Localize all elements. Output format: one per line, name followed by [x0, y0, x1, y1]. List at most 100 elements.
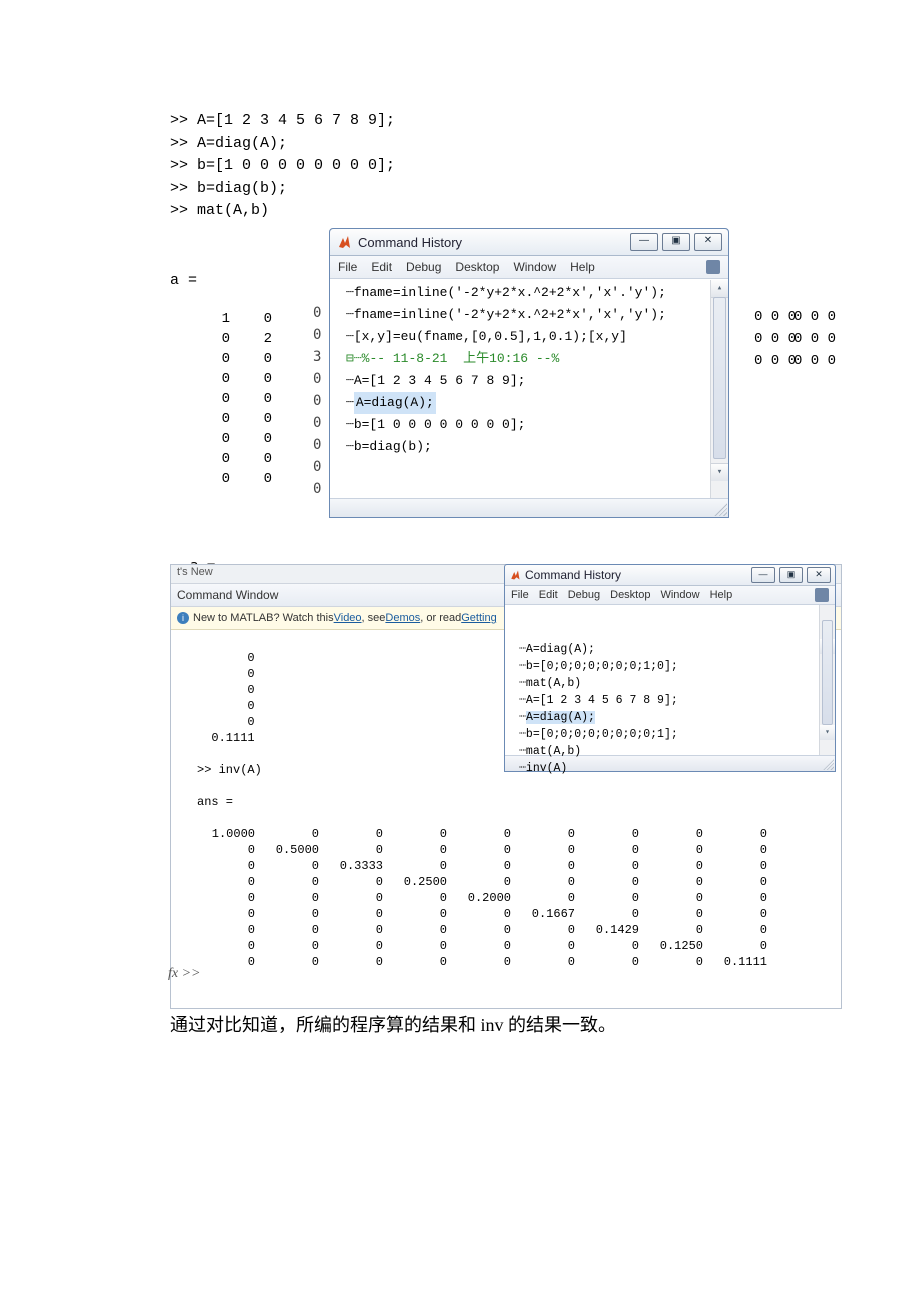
- window-minimize-button[interactable]: —: [751, 567, 775, 583]
- scroll-down-button[interactable]: ▾: [711, 463, 728, 481]
- a-equals-label: a =: [170, 270, 197, 293]
- matrix-cell: 0: [261, 890, 325, 906]
- menu-debug[interactable]: Debug: [568, 589, 600, 601]
- matrix-cell: 0: [709, 874, 773, 890]
- window-close-button[interactable]: ✕: [694, 233, 722, 251]
- matrix-cell: 0: [581, 954, 645, 970]
- window-minimize-button[interactable]: —: [630, 233, 658, 251]
- history-item[interactable]: ┈A=diag(A);: [519, 641, 835, 658]
- caption-text: 通过对比知道，所编的程序算的结果和 inv 的结果一致。: [170, 1010, 750, 1041]
- matrix-cell: 0: [202, 350, 242, 368]
- matrix-cell: 0: [197, 922, 261, 938]
- matrix-cell: 0: [325, 890, 389, 906]
- menu-help[interactable]: Help: [570, 260, 595, 274]
- matrix-cell: 0: [709, 938, 773, 954]
- matrix-cell: 0: [325, 842, 389, 858]
- vertical-scrollbar[interactable]: ▴ ▾: [819, 605, 835, 755]
- menu-debug[interactable]: Debug: [406, 260, 441, 274]
- menu-desktop[interactable]: Desktop: [455, 260, 499, 274]
- menu-edit[interactable]: Edit: [371, 260, 392, 274]
- scroll-down-button[interactable]: ▾: [820, 725, 835, 740]
- matrix-cell: 0: [389, 954, 453, 970]
- menubar: File Edit Debug Desktop Window Help: [505, 586, 835, 605]
- matrix-cell: 0: [202, 410, 242, 428]
- history-item[interactable]: ⊟┈%-- 11-8-21 上午10:16 --%: [346, 348, 724, 370]
- matrix-cell: 0: [325, 874, 389, 890]
- history-item[interactable]: ┈b=[0;0;0;0;0;0;0;0;1];: [519, 726, 835, 743]
- window-maximize-button[interactable]: ▣: [662, 233, 690, 251]
- matrix-cell: 0: [453, 938, 517, 954]
- menu-file[interactable]: File: [338, 260, 357, 274]
- info-link-demos[interactable]: Demos: [385, 612, 420, 624]
- screenshot-1: >> A=[1 2 3 4 5 6 7 8 9]; >> A=diag(A); …: [170, 110, 750, 550]
- resize-grip-icon[interactable]: [822, 758, 834, 770]
- menu-window[interactable]: Window: [660, 589, 699, 601]
- toolbar-dropdown-icon[interactable]: [815, 588, 829, 602]
- matrix-cell: 0: [244, 430, 284, 448]
- command-history-window: Command History — ▣ ✕ File Edit Debug De…: [329, 228, 729, 518]
- history-item[interactable]: ┈mat(A,b): [519, 675, 835, 692]
- matrix-cell: 0: [244, 410, 284, 428]
- matrix-cell: 0: [645, 906, 709, 922]
- info-link-getting[interactable]: Getting: [461, 612, 496, 624]
- history-item[interactable]: ┈A=[1 2 3 4 5 6 7 8 9];: [519, 692, 835, 709]
- history-item[interactable]: ┈mat(A,b): [519, 743, 835, 760]
- matrix-cell: 0: [197, 874, 261, 890]
- matrix-cell: 0: [202, 430, 242, 448]
- matrix-cell: 0: [244, 450, 284, 468]
- matrix-cell: 0: [261, 874, 325, 890]
- history-item[interactable]: ┈A=diag(A);: [519, 709, 835, 726]
- matrix-cell: 0: [645, 826, 709, 842]
- history-item[interactable]: ┈fname=inline('-2*y+2*x.^2+2*x','x'.'y')…: [346, 282, 724, 304]
- window-close-button[interactable]: ✕: [807, 567, 831, 583]
- menu-edit[interactable]: Edit: [539, 589, 558, 601]
- history-tree[interactable]: ┈fname=inline('-2*y+2*x.^2+2*x','x'.'y')…: [330, 279, 728, 498]
- menu-window[interactable]: Window: [513, 260, 556, 274]
- matrix-cell: 0: [517, 938, 581, 954]
- matrix-cell: 0: [325, 906, 389, 922]
- matrix-cell: 0: [709, 842, 773, 858]
- history-item[interactable]: ┈[x,y]=eu(fname,[0,0.5],1,0.1);[x,y]: [346, 326, 724, 348]
- matrix-cell: 0: [325, 826, 389, 842]
- matrix-cell: 0: [244, 390, 284, 408]
- menu-file[interactable]: File: [511, 589, 529, 601]
- matrix-cell: 0: [325, 954, 389, 970]
- matrix-cell: 0: [581, 826, 645, 842]
- matrix-cell: 0: [389, 826, 453, 842]
- history-item[interactable]: ┈inv(A): [519, 760, 835, 777]
- matrix-cell: 0: [709, 826, 773, 842]
- history-item[interactable]: ┈b=diag(b);: [346, 436, 724, 458]
- matrix-cell: 0: [453, 858, 517, 874]
- vertical-scrollbar[interactable]: ▴ ▾: [710, 280, 728, 498]
- matrix-cell: 1.0000: [197, 826, 261, 842]
- matrix-cell: 0.3333: [325, 858, 389, 874]
- matrix-cell: 0: [645, 890, 709, 906]
- info-icon: i: [177, 612, 189, 624]
- titlebar[interactable]: Command History — ▣ ✕: [505, 565, 835, 586]
- scroll-thumb[interactable]: [713, 297, 726, 459]
- matrix-cell: 0: [453, 906, 517, 922]
- matlab-logo-icon: [336, 234, 352, 250]
- history-item[interactable]: ┈fname=inline('-2*y+2*x.^2+2*x','x','y')…: [346, 304, 724, 326]
- menu-desktop[interactable]: Desktop: [610, 589, 650, 601]
- history-item[interactable]: ┈A=[1 2 3 4 5 6 7 8 9];: [346, 370, 724, 392]
- matrix-cell: 0: [202, 470, 242, 488]
- history-item[interactable]: ┈b=[1 0 0 0 0 0 0 0 0];: [346, 414, 724, 436]
- history-item[interactable]: ┈A=diag(A);: [346, 392, 724, 414]
- history-tree[interactable]: ┈A=diag(A);┈b=[0;0;0;0;0;0;0;1;0];┈mat(A…: [505, 605, 835, 755]
- window-maximize-button[interactable]: ▣: [779, 567, 803, 583]
- scroll-up-button[interactable]: ▴: [711, 280, 728, 298]
- toolbar-dropdown-icon[interactable]: [706, 260, 720, 274]
- menu-help[interactable]: Help: [710, 589, 733, 601]
- matrix-cell: 2: [244, 330, 284, 348]
- matrix-cell: 0: [389, 858, 453, 874]
- scroll-thumb[interactable]: [822, 620, 833, 725]
- info-link-video[interactable]: Video: [334, 612, 362, 624]
- titlebar[interactable]: Command History — ▣ ✕: [330, 229, 728, 256]
- inv-command: >> inv(A): [197, 763, 262, 777]
- truncated-column: 0 0 3 0 0 0 0 0 0: [313, 302, 323, 510]
- history-item[interactable]: ┈b=[0;0;0;0;0;0;0;1;0];: [519, 658, 835, 675]
- matrix-cell: 0: [202, 390, 242, 408]
- resize-grip-icon[interactable]: [713, 502, 727, 516]
- ans-label: ans =: [197, 795, 233, 809]
